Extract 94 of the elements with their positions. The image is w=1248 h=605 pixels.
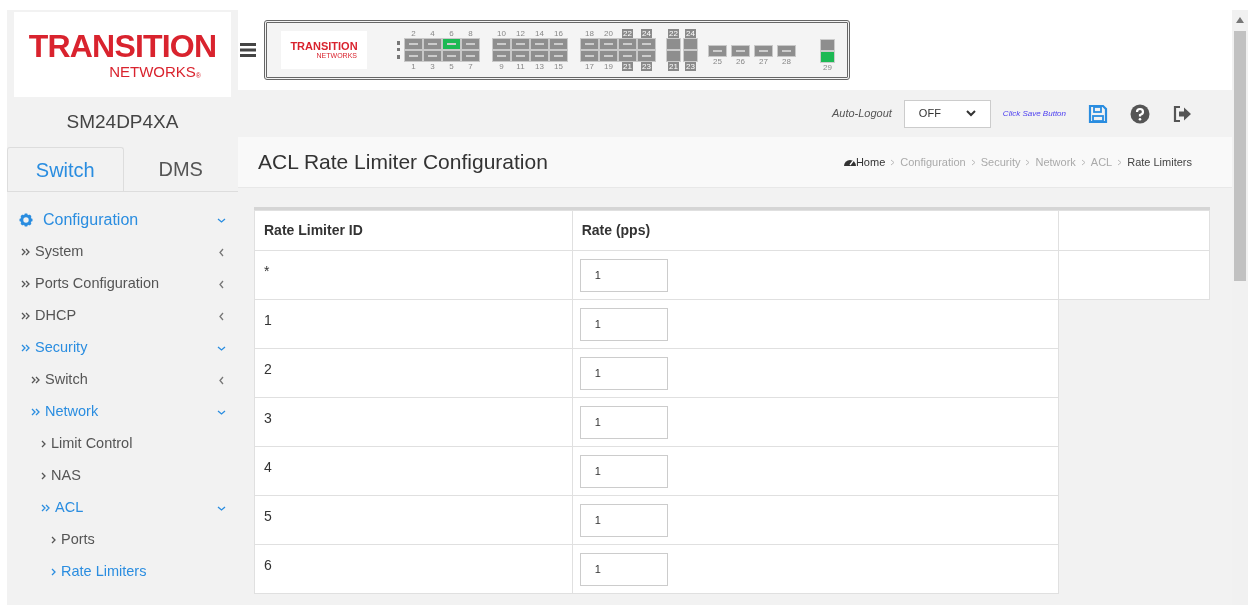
chevron-left-icon: [217, 279, 226, 289]
scroll-up-icon[interactable]: [1236, 17, 1244, 23]
table-cell: 2: [264, 361, 272, 377]
port-number: 21: [622, 62, 633, 71]
model-name: SM24DP4XA: [65, 109, 180, 134]
rate-field[interactable]: 1: [579, 258, 668, 292]
port-number: 8: [468, 29, 473, 38]
table-cell: *: [264, 263, 270, 279]
page-title: ACL Rate Limiter Configuration: [258, 149, 548, 176]
port-number: 14: [535, 29, 544, 38]
chevron-right-icon: [890, 158, 896, 166]
port-number: 26: [736, 56, 745, 66]
port-number: 27: [759, 56, 768, 66]
auto-logout-label: Auto-Logout: [831, 106, 892, 122]
port-number: 20: [604, 29, 613, 38]
port-number: 1: [411, 62, 416, 71]
port-number: 15: [554, 62, 563, 71]
chevron-right-icon: [970, 158, 976, 166]
port-number: 12: [516, 29, 525, 38]
dashboard-icon: [843, 157, 856, 167]
double-chevron-icon: [21, 248, 30, 256]
port-number: 23: [641, 62, 652, 71]
auto-logout-select[interactable]: OFF: [903, 99, 991, 128]
help-icon[interactable]: [1130, 103, 1150, 124]
rate-field[interactable]: 1: [579, 503, 668, 537]
port-number: 16: [554, 29, 563, 38]
chevron-right-icon: [41, 472, 46, 480]
menu-item[interactable]: NAS: [7, 460, 238, 492]
chevron-right-icon: [51, 568, 56, 576]
port-number: 3: [430, 62, 435, 71]
port-number: 7: [468, 62, 473, 71]
rate-field[interactable]: 1: [579, 454, 668, 488]
table-cell: 1: [264, 312, 272, 328]
double-chevron-icon: [41, 504, 50, 512]
chevron-right-icon: [1117, 158, 1123, 166]
double-chevron-icon: [21, 312, 30, 320]
table-cell: 4: [264, 459, 272, 475]
double-chevron-icon: [31, 376, 40, 384]
port-number: 4: [430, 29, 435, 38]
scrollbar-thumb[interactable]: [1234, 31, 1246, 281]
rate-field[interactable]: 1: [579, 356, 668, 390]
rate-field[interactable]: 1: [579, 405, 668, 439]
port-number: 19: [604, 62, 613, 71]
table-cell: 6: [264, 557, 272, 573]
menu-item[interactable]: Limit Control: [7, 428, 238, 460]
port-number: 18: [585, 29, 594, 38]
chevron-left-icon: [217, 311, 226, 321]
port-number: 2: [411, 29, 416, 38]
menu-icon[interactable]: [240, 43, 256, 57]
port-number: 5: [449, 62, 454, 71]
port-number: 9: [499, 62, 504, 71]
chevron-right-icon: [1080, 158, 1086, 166]
double-chevron-icon: [31, 408, 40, 416]
port-number: 28: [782, 56, 791, 66]
port-number: 24: [641, 29, 652, 38]
port-number: 25: [713, 56, 722, 66]
port-number: 17: [585, 62, 594, 71]
chevron-left-icon: [217, 247, 226, 257]
chevron-right-icon: [41, 440, 46, 448]
port-number: 22: [622, 29, 633, 38]
rate-field[interactable]: 1: [579, 552, 668, 586]
menu-item[interactable]: Ports Configuration: [7, 268, 238, 300]
save-hint: Click Save Button: [1002, 107, 1066, 120]
port-number: 24: [685, 29, 696, 38]
logout-icon[interactable]: [1172, 104, 1192, 123]
port-number: 22: [668, 29, 679, 38]
port-number: 21: [668, 62, 679, 71]
chevron-down-icon: [965, 110, 976, 117]
rate-field[interactable]: 1: [579, 307, 668, 341]
port-number: 11: [516, 62, 525, 71]
table-cell: 3: [264, 410, 272, 426]
table-cell: 5: [264, 508, 272, 524]
scrollbar[interactable]: [1232, 10, 1248, 605]
tab[interactable]: DMS: [123, 147, 238, 191]
chevron-left-icon: [217, 375, 226, 385]
port-number: 23: [685, 62, 696, 71]
column-header: Rate (pps): [572, 210, 1059, 251]
port-number: 6: [449, 29, 454, 38]
menu-item[interactable]: Switch: [7, 364, 238, 396]
menu-item[interactable]: System: [7, 236, 238, 268]
gear-icon: [19, 213, 33, 227]
led-dots-icon: [397, 41, 400, 59]
breadcrumb-link[interactable]: Home: [855, 153, 886, 171]
double-chevron-icon: [21, 280, 30, 288]
port-number: 13: [535, 62, 544, 71]
chevron-right-icon: [1025, 158, 1031, 166]
chevron-right-icon: [51, 536, 56, 544]
menu-item[interactable]: Ports: [7, 524, 238, 556]
column-header: Rate Limiter ID: [254, 210, 573, 251]
menu-item[interactable]: DHCP: [7, 300, 238, 332]
port-number: 29: [823, 62, 832, 72]
port-number: 10: [497, 29, 506, 38]
save-icon[interactable]: [1088, 103, 1108, 124]
double-chevron-icon: [21, 344, 30, 352]
